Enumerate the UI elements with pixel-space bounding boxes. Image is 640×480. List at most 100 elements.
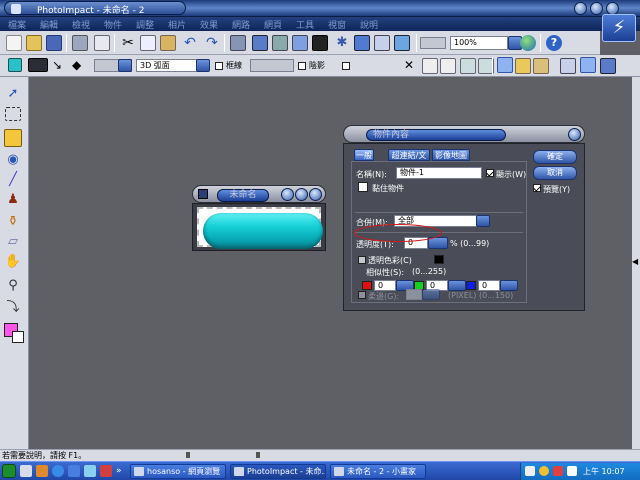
green-spinner[interactable] xyxy=(448,280,466,291)
panel-a-icon[interactable] xyxy=(497,57,513,73)
paste-icon[interactable] xyxy=(160,35,176,51)
maximize-button[interactable] xyxy=(590,2,603,15)
ok-button[interactable]: 確定 xyxy=(533,150,577,164)
view-toggle[interactable] xyxy=(420,37,446,49)
stack-icon[interactable] xyxy=(422,58,438,74)
panel-d-icon[interactable] xyxy=(560,58,576,74)
menu-window[interactable]: 視窗 xyxy=(328,18,346,31)
brush-tool-icon[interactable]: ╱ xyxy=(4,171,22,189)
eye-tool-icon[interactable]: ◉ xyxy=(4,151,22,169)
dialog-help-button[interactable] xyxy=(568,128,581,141)
open-folder-icon[interactable] xyxy=(26,35,42,51)
new-file-icon[interactable] xyxy=(6,35,22,51)
border-width-field[interactable] xyxy=(250,59,294,72)
start-icon[interactable] xyxy=(2,464,16,478)
task-photoimpact[interactable]: PhotoImpact - 未命... xyxy=(230,464,326,479)
name-field[interactable]: 物件-1 xyxy=(396,167,482,179)
quick-launch-app-icon[interactable] xyxy=(84,465,96,477)
quick-launch-browser-icon[interactable] xyxy=(52,465,64,477)
wand-icon[interactable]: ✱ xyxy=(334,35,350,51)
copy-icon[interactable] xyxy=(140,35,156,51)
quick-launch-more-icon[interactable]: » xyxy=(116,466,122,476)
blue-spinner[interactable] xyxy=(500,280,518,291)
redo-icon[interactable]: ↷ xyxy=(204,35,220,51)
frame-icon[interactable] xyxy=(374,35,390,51)
background-color-swatch[interactable] xyxy=(12,331,24,343)
menu-effect[interactable]: 效果 xyxy=(200,18,218,31)
zoom-tool-icon[interactable]: ⚲ xyxy=(4,277,22,295)
print-icon[interactable] xyxy=(72,35,88,51)
marquee-tool-icon[interactable] xyxy=(5,107,21,121)
capture-icon[interactable] xyxy=(272,35,288,51)
menu-adjust[interactable]: 調整 xyxy=(136,18,154,31)
zoom-field[interactable]: 100% xyxy=(450,36,508,50)
soft-edge-checkbox[interactable] xyxy=(358,291,366,299)
menu-photo[interactable]: 相片 xyxy=(168,18,186,31)
canvas[interactable] xyxy=(197,207,323,249)
panel-e-icon[interactable] xyxy=(580,57,596,73)
batch-icon[interactable] xyxy=(292,35,308,51)
menu-edit[interactable]: 編輯 xyxy=(40,18,58,31)
tray-messenger-icon[interactable] xyxy=(539,466,549,476)
path-drawing-tool-icon[interactable] xyxy=(4,129,22,147)
tab-general[interactable]: 一般 xyxy=(354,149,374,161)
task-paint[interactable]: 未命名 - 2 - 小畫家 xyxy=(330,464,426,479)
dialog-title-bar[interactable]: 物件內容 xyxy=(343,125,585,143)
panel-expand-icon[interactable]: ◀ xyxy=(632,257,638,266)
path-tool-icon[interactable]: ↘ xyxy=(52,58,68,74)
quick-launch-media-icon[interactable] xyxy=(36,465,48,477)
tray-network-icon[interactable] xyxy=(525,466,535,476)
align-icon[interactable] xyxy=(460,58,476,74)
show-checkbox[interactable] xyxy=(486,169,494,177)
panel-f-icon[interactable] xyxy=(600,58,616,74)
menu-object[interactable]: 物件 xyxy=(104,18,122,31)
stamp-tool-icon[interactable]: ♟ xyxy=(4,191,22,209)
duplicate-icon[interactable] xyxy=(440,58,456,74)
image-icon[interactable] xyxy=(354,35,370,51)
undo-icon[interactable]: ↶ xyxy=(182,35,198,51)
save-icon[interactable] xyxy=(46,35,62,51)
tab-hyperlink[interactable]: 超連結/文字 xyxy=(388,149,430,171)
quick-launch-desktop-icon[interactable] xyxy=(20,465,32,477)
panel-b-icon[interactable] xyxy=(515,58,531,74)
menu-tools[interactable]: 工具 xyxy=(296,18,314,31)
fill-icon[interactable]: ◆ xyxy=(72,58,88,74)
effects-icon[interactable] xyxy=(312,35,328,51)
scanner-icon[interactable] xyxy=(252,35,268,51)
eyedropper-tool-icon[interactable]: ⤵ xyxy=(4,299,22,317)
mode-spin-icon[interactable] xyxy=(118,59,132,72)
globe-icon[interactable] xyxy=(520,35,536,51)
transparent-color-checkbox[interactable] xyxy=(358,256,366,264)
doc-minimize-button[interactable] xyxy=(281,188,294,201)
border-checkbox[interactable] xyxy=(215,62,223,70)
document-window[interactable]: 未命名 xyxy=(192,185,326,251)
task-browser[interactable]: hosanso - 網頁瀏覽 xyxy=(130,464,226,479)
eraser-tool-icon[interactable]: ▱ xyxy=(4,233,22,251)
doc-close-button[interactable] xyxy=(309,188,322,201)
menu-webpage[interactable]: 網頁 xyxy=(264,18,282,31)
menu-help[interactable]: 說明 xyxy=(360,18,378,31)
menu-file[interactable]: 檔案 xyxy=(8,18,26,31)
mail-icon[interactable] xyxy=(94,35,110,51)
blue-value-field[interactable]: 0 xyxy=(478,280,500,291)
fill-bucket-icon[interactable]: ⚱ xyxy=(4,213,22,231)
retouch-tool-icon[interactable]: ✋ xyxy=(4,253,22,271)
preview-checkbox[interactable] xyxy=(533,184,541,192)
doc-maximize-button[interactable] xyxy=(295,188,308,201)
mode-dropdown-icon[interactable] xyxy=(196,59,210,72)
help-icon[interactable]: ? xyxy=(546,35,562,51)
tray-volume-icon[interactable] xyxy=(567,466,577,476)
camera-icon[interactable] xyxy=(230,35,246,51)
pill-shape-object[interactable] xyxy=(203,213,323,249)
menu-view[interactable]: 檢視 xyxy=(72,18,90,31)
quick-launch-tool-icon[interactable] xyxy=(100,465,112,477)
tray-security-icon[interactable] xyxy=(553,466,563,476)
shadow-checkbox[interactable] xyxy=(298,62,306,70)
web-icon[interactable] xyxy=(394,35,410,51)
document-title-bar[interactable]: 未命名 xyxy=(192,185,326,203)
menu-web[interactable]: 網路 xyxy=(232,18,250,31)
group-dropdown-icon[interactable] xyxy=(476,215,490,227)
cut-icon[interactable]: ✂ xyxy=(120,35,136,51)
minimize-button[interactable] xyxy=(574,2,587,15)
extra-checkbox[interactable] xyxy=(342,62,350,70)
